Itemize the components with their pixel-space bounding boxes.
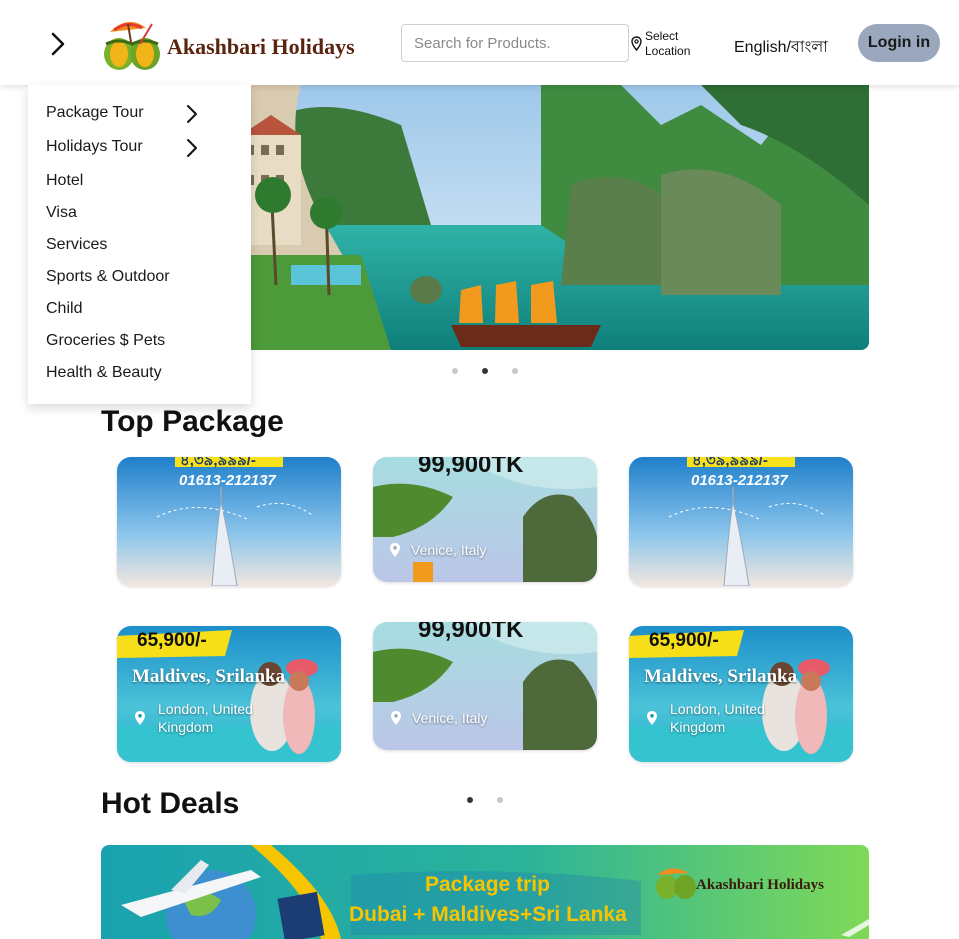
- menu-item-label: Package Tour: [46, 104, 144, 121]
- package-price: 99,900TK: [418, 457, 524, 478]
- package-location: Venice, Italy: [411, 542, 487, 558]
- map-pin-icon: [647, 711, 657, 725]
- search-input[interactable]: [401, 24, 629, 62]
- package-card[interactable]: 65,900/- Maldives, Srilanka London, Unit…: [117, 626, 341, 762]
- banner-subtitle: Dubai + Maldives+Sri Lanka: [349, 903, 627, 926]
- package-destination: Maldives, Srilanka: [644, 666, 798, 687]
- hero-dot-2[interactable]: [482, 368, 488, 374]
- menu-item-groceries-pets[interactable]: Groceries $ Pets: [46, 332, 165, 350]
- menu-item-holidays-tour[interactable]: Holidays Tour: [46, 138, 143, 156]
- package-slider-dots: [467, 797, 503, 803]
- hot-deals-heading: Hot Deals: [101, 787, 240, 820]
- menu-item-sports-outdoor[interactable]: Sports & Outdoor: [46, 268, 170, 286]
- top-package-heading: Top Package: [101, 405, 284, 438]
- select-location-button[interactable]: Select Location: [631, 29, 701, 61]
- chevron-right-icon[interactable]: [184, 103, 200, 125]
- menu-item-package-tour[interactable]: Package Tour: [46, 104, 144, 122]
- package-card[interactable]: ৪,৩৯,৯৯৯/- 01613-212137: [629, 457, 853, 586]
- hot-deal-banner[interactable]: Package trip Dubai + Maldives+Sri Lanka …: [101, 845, 869, 939]
- brand-logo[interactable]: Akashbari Holidays: [100, 14, 375, 74]
- hero-dot-3[interactable]: [512, 368, 518, 374]
- package-phone: 01613-212137: [179, 472, 276, 489]
- package-location: London, United Kingdom: [158, 701, 253, 735]
- location-line-1: Select: [645, 29, 679, 43]
- banner-brand: Akashbari Holidays: [696, 877, 824, 893]
- menu-item-hotel[interactable]: Hotel: [46, 172, 83, 190]
- brand-name: Akashbari Holidays: [167, 34, 355, 59]
- hero-dot-1[interactable]: [452, 368, 458, 374]
- map-pin-icon: [135, 711, 145, 725]
- package-price: 65,900/-: [137, 630, 207, 651]
- site-header: Akashbari Holidays Select Location Engli…: [0, 0, 959, 85]
- chevron-right-icon[interactable]: [184, 137, 200, 159]
- package-card[interactable]: 99,900TK Venice, Italy: [373, 457, 597, 582]
- package-dot-2[interactable]: [497, 797, 503, 803]
- package-location: London, United Kingdom: [670, 701, 765, 735]
- chevron-right-icon[interactable]: [46, 30, 70, 58]
- package-price: 99,900TK: [418, 622, 524, 643]
- login-button[interactable]: Login in: [858, 24, 940, 62]
- menu-item-visa[interactable]: Visa: [46, 204, 77, 222]
- location-label: Select Location: [645, 29, 690, 59]
- category-menu: Package Tour Holidays Tour Hotel Visa Se…: [28, 85, 251, 404]
- menu-item-services[interactable]: Services: [46, 236, 107, 254]
- package-price: 65,900/-: [649, 630, 719, 651]
- package-phone: 01613-212137: [691, 472, 788, 489]
- map-pin-icon: [390, 543, 400, 557]
- package-location: Venice, Italy: [412, 710, 488, 726]
- package-destination: Maldives, Srilanka: [132, 666, 286, 687]
- location-line-2: Location: [645, 44, 691, 58]
- map-pin-icon: [631, 36, 642, 51]
- coconut-logo-icon: [104, 21, 160, 70]
- map-pin-icon: [391, 711, 401, 725]
- hero-slider-dots: [452, 368, 518, 374]
- menu-item-child[interactable]: Child: [46, 300, 82, 318]
- package-card[interactable]: 99,900TK Venice, Italy: [373, 622, 597, 750]
- menu-item-label: Holidays Tour: [46, 138, 143, 155]
- menu-item-health-beauty[interactable]: Health & Beauty: [46, 364, 162, 382]
- package-card[interactable]: ৪,৩৯,৯৯৯/- 01613-212137: [117, 457, 341, 586]
- banner-title: Package trip: [425, 873, 550, 896]
- package-card[interactable]: 65,900/- Maldives, Srilanka London, Unit…: [629, 626, 853, 762]
- package-dot-1[interactable]: [467, 797, 473, 803]
- language-switch[interactable]: English/বাংলা: [734, 34, 828, 61]
